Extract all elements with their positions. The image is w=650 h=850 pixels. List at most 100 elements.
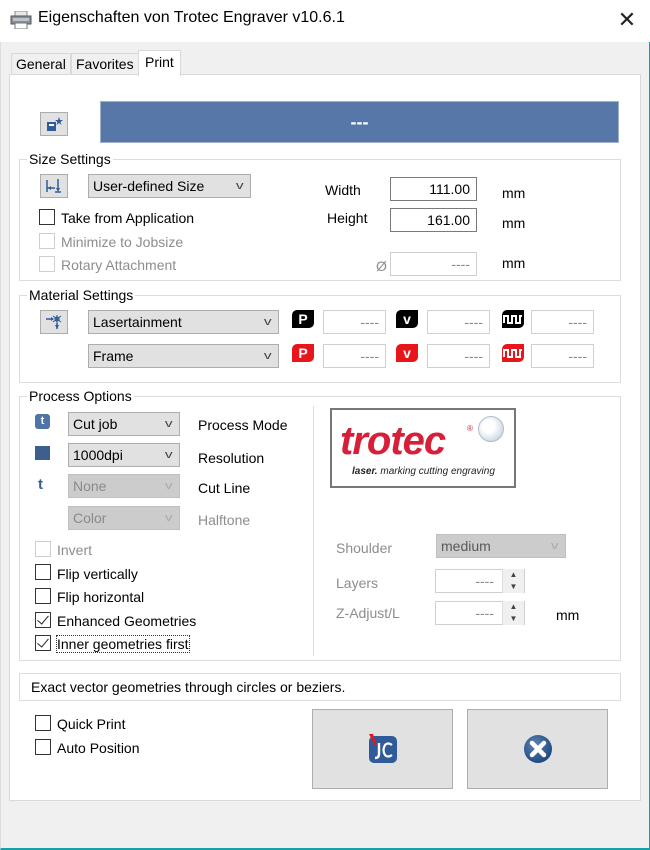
quick-print-checkbox[interactable] [35,715,51,731]
rotary-attachment-label: Rotary Attachment [61,257,177,273]
save-favorite-icon [47,117,63,131]
flip-horizontal-label: Flip horizontal [57,589,145,605]
z-adjust-label: Z-Adjust/L [336,605,400,621]
auto-position-label: Auto Position [57,740,140,756]
velocity-black-input[interactable]: ---- [427,310,490,334]
flip-vertically-checkbox[interactable] [35,564,51,580]
spin-up-icon[interactable]: ▲ [503,601,524,613]
width-unit: mm [502,185,526,201]
height-input[interactable]: 161.00 [390,208,477,232]
sub-material-select[interactable]: Frame v [88,344,279,368]
inner-geometries-first-checkbox[interactable] [35,635,51,651]
inner-geometries-first-label: Inner geometries first [56,635,190,653]
trotec-logo: trotec ® laser. marking cutting engravin… [330,408,516,488]
diameter-unit: mm [502,255,526,271]
velocity-black-badge: v [396,310,418,328]
height-label: Height [327,210,368,226]
shoulder-label: Shoulder [336,540,393,556]
chevron-down-icon: v [164,480,173,492]
spin-up-icon[interactable]: ▲ [503,569,524,581]
size-select-value: User-defined Size [93,178,205,194]
chevron-down-icon: v [164,418,173,430]
power-red-input[interactable]: ---- [323,344,386,368]
save-favorite-button[interactable] [40,112,68,136]
halftone-select[interactable]: Color v [68,506,180,530]
jobcontrol-icon [368,734,397,763]
diameter-input[interactable]: ---- [390,252,477,276]
tab-favorites[interactable]: Favorites [71,53,139,75]
shoulder-value: medium [441,538,491,554]
layers-spinner[interactable]: ▲ ▼ [502,569,524,593]
rotary-attachment-checkbox[interactable] [39,256,55,272]
material-select[interactable]: Lasertainment v [88,310,279,334]
laser-material-icon [46,315,62,329]
frequency-wave-icon [502,310,524,328]
velocity-red-badge: v [396,344,418,362]
auto-position-checkbox[interactable] [35,739,51,755]
frequency-wave-icon [502,344,524,362]
window-title: Eigenschaften von Trotec Engraver v10.6.… [38,9,345,26]
power-black-input[interactable]: ---- [323,310,386,334]
take-from-application-checkbox[interactable] [39,209,55,225]
cut-line-value: None [73,478,107,494]
material-button[interactable] [40,310,68,334]
printer-icon [10,11,32,29]
chevron-down-icon: v [550,540,559,552]
z-adjust-spinner[interactable]: ▲ ▼ [502,601,524,625]
size-button[interactable] [40,174,68,198]
spin-down-icon[interactable]: ▼ [503,613,524,625]
z-adjust-unit: mm [556,607,580,623]
process-mode-icon: t [35,414,50,429]
invert-checkbox[interactable] [35,541,51,557]
layers-label: Layers [336,575,379,591]
velocity-red-input[interactable]: ---- [427,344,490,368]
cut-line-select[interactable]: None v [68,474,180,498]
logo-registered: ® [467,424,473,433]
resolution-select[interactable]: 1000dpi v [68,443,180,467]
process-mode-value: Cut job [73,416,118,432]
cancel-button[interactable] [467,709,608,789]
size-settings-title: Size Settings [27,151,113,167]
process-options-title: Process Options [27,388,134,404]
width-input[interactable]: 111.00 [390,177,477,201]
flip-horizontal-checkbox[interactable] [35,588,51,604]
title-bar: Eigenschaften von Trotec Engraver v10.6.… [0,0,650,42]
resolution-value: 1000dpi [73,447,123,463]
diameter-symbol: Ø [376,258,387,274]
process-divider [313,406,314,656]
frequency-black-input[interactable]: ---- [531,310,594,334]
tab-print[interactable]: Print [138,50,181,76]
resize-icon [46,179,61,193]
shoulder-select[interactable]: medium v [436,534,566,558]
resolution-icon [35,446,50,460]
quick-print-label: Quick Print [57,716,126,732]
logo-tagline: laser. marking cutting engraving [352,466,495,477]
cut-line-label: Cut Line [198,480,251,496]
power-red-badge: P [292,344,314,362]
logo-brand-text: trotec [340,419,446,463]
material-settings-title: Material Settings [27,287,136,303]
logo-tagline-text: marking cutting engraving [377,466,495,477]
take-from-application-label: Take from Application [61,210,195,226]
chevron-down-icon: v [164,512,173,524]
minimize-to-jobsize-checkbox[interactable] [39,233,55,249]
size-select[interactable]: User-defined Size v [88,174,251,198]
flip-vertically-label: Flip vertically [57,566,138,582]
spin-down-icon[interactable]: ▼ [503,581,524,593]
tab-general[interactable]: General [11,53,71,75]
chevron-down-icon: v [235,180,244,192]
print-jobcontrol-button[interactable] [312,709,453,789]
cut-line-icon: t [38,476,43,493]
process-mode-select[interactable]: Cut job v [68,412,180,436]
enhanced-geometries-label: Enhanced Geometries [57,613,197,629]
material-settings-group [19,295,621,383]
chevron-down-icon: v [164,449,173,461]
cancel-icon [523,735,552,763]
close-icon[interactable]: ✕ [612,6,642,36]
enhanced-geometries-checkbox[interactable] [35,612,51,628]
resolution-label: Resolution [198,450,265,466]
logo-tagline-bold: laser. [352,466,378,477]
logo-seal-icon [478,416,504,442]
process-mode-label: Process Mode [198,417,288,433]
frequency-red-input[interactable]: ---- [531,344,594,368]
